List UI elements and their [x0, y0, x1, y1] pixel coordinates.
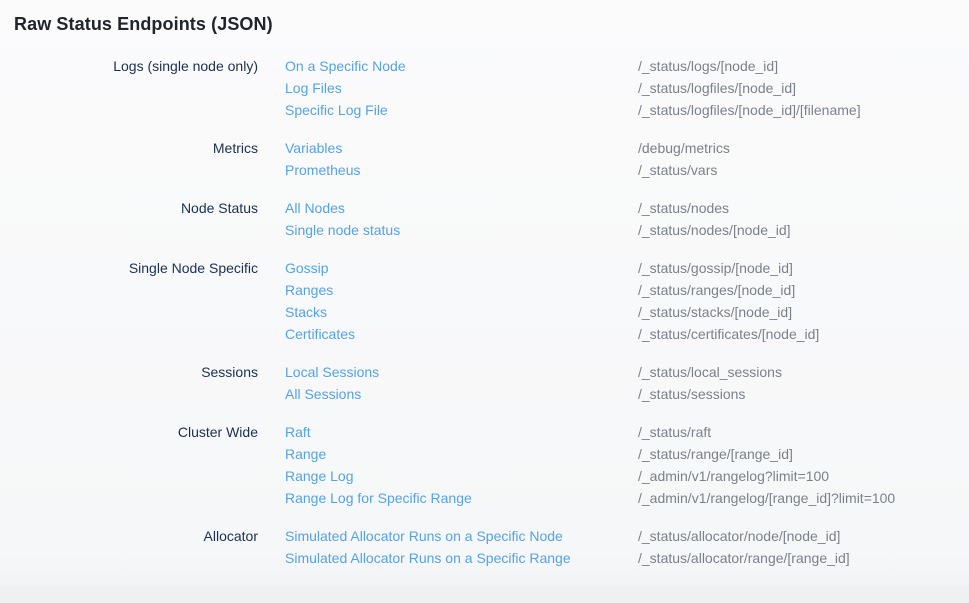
endpoint-section: Logs (single node only) On a Specific No… — [14, 55, 969, 121]
endpoint-row: Specific Log File /_status/logfiles/[nod… — [285, 99, 969, 121]
endpoint-link[interactable]: Raft — [285, 421, 638, 443]
endpoint-path: /_status/logfiles/[node_id]/[filename] — [638, 99, 969, 121]
endpoint-row: All Nodes /_status/nodes — [285, 197, 969, 219]
endpoint-link[interactable]: Simulated Allocator Runs on a Specific R… — [285, 547, 638, 569]
endpoint-rows: Simulated Allocator Runs on a Specific N… — [285, 525, 969, 569]
endpoint-link[interactable]: On a Specific Node — [285, 55, 638, 77]
endpoint-row: On a Specific Node /_status/logs/[node_i… — [285, 55, 969, 77]
endpoint-row: Simulated Allocator Runs on a Specific N… — [285, 525, 969, 547]
endpoint-rows: All Nodes /_status/nodes Single node sta… — [285, 197, 969, 241]
endpoint-path: /_status/nodes/[node_id] — [638, 219, 969, 241]
endpoint-sections: Logs (single node only) On a Specific No… — [14, 55, 969, 569]
endpoint-link[interactable]: Variables — [285, 137, 638, 159]
endpoint-section: Sessions Local Sessions /_status/local_s… — [14, 361, 969, 405]
category-label: Single Node Specific — [14, 257, 258, 345]
endpoint-link[interactable]: Single node status — [285, 219, 638, 241]
endpoint-row: Range Log /_admin/v1/rangelog?limit=100 — [285, 465, 969, 487]
category-label: Logs (single node only) — [14, 55, 258, 121]
endpoint-link[interactable]: All Nodes — [285, 197, 638, 219]
endpoint-path: /_status/vars — [638, 159, 969, 181]
endpoint-link[interactable]: Ranges — [285, 279, 638, 301]
endpoint-path: /_status/range/[range_id] — [638, 443, 969, 465]
endpoint-link[interactable]: All Sessions — [285, 383, 638, 405]
endpoint-link[interactable]: Gossip — [285, 257, 638, 279]
endpoint-row: Gossip /_status/gossip/[node_id] — [285, 257, 969, 279]
endpoint-link[interactable]: Range — [285, 443, 638, 465]
endpoint-path: /_status/ranges/[node_id] — [638, 279, 969, 301]
endpoint-link[interactable]: Local Sessions — [285, 361, 638, 383]
category-label: Cluster Wide — [14, 421, 258, 509]
endpoint-path: /_status/allocator/range/[range_id] — [638, 547, 969, 569]
endpoint-rows: Raft /_status/raft Range /_status/range/… — [285, 421, 969, 509]
endpoint-link[interactable]: Log Files — [285, 77, 638, 99]
endpoint-section: Single Node Specific Gossip /_status/gos… — [14, 257, 969, 345]
endpoint-link[interactable]: Certificates — [285, 323, 638, 345]
endpoint-path: /_status/gossip/[node_id] — [638, 257, 969, 279]
category-label: Node Status — [14, 197, 258, 241]
endpoint-row: Single node status /_status/nodes/[node_… — [285, 219, 969, 241]
endpoint-rows: Local Sessions /_status/local_sessions A… — [285, 361, 969, 405]
endpoint-rows: On a Specific Node /_status/logs/[node_i… — [285, 55, 969, 121]
endpoint-section: Node Status All Nodes /_status/nodes Sin… — [14, 197, 969, 241]
bottom-strip — [0, 586, 969, 603]
endpoint-row: Certificates /_status/certificates/[node… — [285, 323, 969, 345]
endpoint-row: Local Sessions /_status/local_sessions — [285, 361, 969, 383]
endpoint-row: Prometheus /_status/vars — [285, 159, 969, 181]
endpoint-link[interactable]: Range Log — [285, 465, 638, 487]
endpoint-link[interactable]: Simulated Allocator Runs on a Specific N… — [285, 525, 638, 547]
endpoint-row: Variables /debug/metrics — [285, 137, 969, 159]
endpoint-section: Cluster Wide Raft /_status/raft Range /_… — [14, 421, 969, 509]
endpoint-rows: Variables /debug/metrics Prometheus /_st… — [285, 137, 969, 181]
endpoint-path: /_status/certificates/[node_id] — [638, 323, 969, 345]
endpoint-link[interactable]: Specific Log File — [285, 99, 638, 121]
endpoint-row: Simulated Allocator Runs on a Specific R… — [285, 547, 969, 569]
endpoint-path: /_status/nodes — [638, 197, 969, 219]
endpoint-row: Range Log for Specific Range /_admin/v1/… — [285, 487, 969, 509]
endpoint-path: /_status/stacks/[node_id] — [638, 301, 969, 323]
endpoint-link[interactable]: Range Log for Specific Range — [285, 487, 638, 509]
raw-status-endpoints-page: Raw Status Endpoints (JSON) Logs (single… — [0, 0, 969, 603]
endpoint-link[interactable]: Prometheus — [285, 159, 638, 181]
category-label: Allocator — [14, 525, 258, 569]
endpoint-path: /_admin/v1/rangelog/[range_id]?limit=100 — [638, 487, 969, 509]
endpoint-path: /debug/metrics — [638, 137, 969, 159]
endpoint-section: Allocator Simulated Allocator Runs on a … — [14, 525, 969, 569]
endpoint-path: /_admin/v1/rangelog?limit=100 — [638, 465, 969, 487]
endpoint-row: Ranges /_status/ranges/[node_id] — [285, 279, 969, 301]
endpoint-path: /_status/logfiles/[node_id] — [638, 77, 969, 99]
category-label: Metrics — [14, 137, 258, 181]
endpoint-row: Log Files /_status/logfiles/[node_id] — [285, 77, 969, 99]
category-label: Sessions — [14, 361, 258, 405]
endpoint-path: /_status/raft — [638, 421, 969, 443]
endpoint-path: /_status/logs/[node_id] — [638, 55, 969, 77]
endpoint-row: Raft /_status/raft — [285, 421, 969, 443]
endpoint-rows: Gossip /_status/gossip/[node_id] Ranges … — [285, 257, 969, 345]
endpoint-path: /_status/local_sessions — [638, 361, 969, 383]
page-title: Raw Status Endpoints (JSON) — [14, 0, 969, 37]
endpoint-path: /_status/sessions — [638, 383, 969, 405]
endpoint-row: Stacks /_status/stacks/[node_id] — [285, 301, 969, 323]
endpoint-link[interactable]: Stacks — [285, 301, 638, 323]
endpoint-section: Metrics Variables /debug/metrics Prometh… — [14, 137, 969, 181]
endpoint-row: All Sessions /_status/sessions — [285, 383, 969, 405]
endpoint-path: /_status/allocator/node/[node_id] — [638, 525, 969, 547]
endpoint-row: Range /_status/range/[range_id] — [285, 443, 969, 465]
